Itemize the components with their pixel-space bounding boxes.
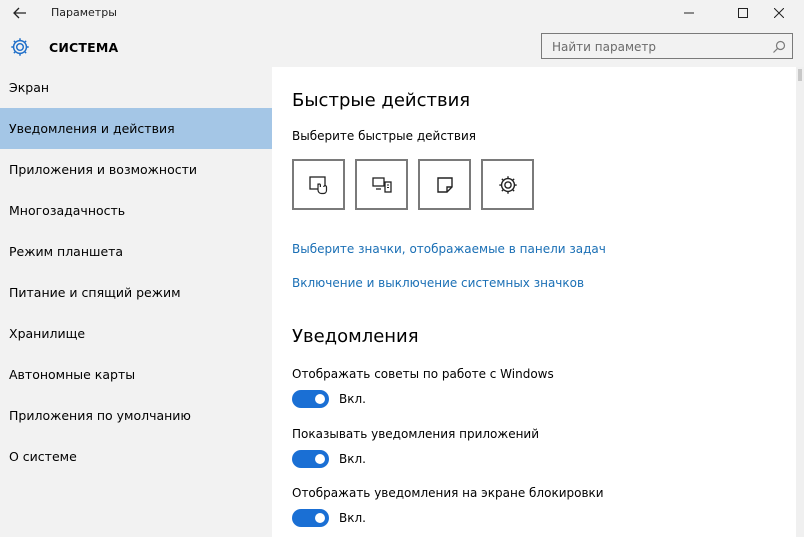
scrollbar-thumb[interactable] [798, 69, 802, 81]
toggle-lock-screen[interactable] [292, 509, 329, 527]
settings-header: СИСТЕМА Найти параметр [0, 26, 804, 67]
sidebar: Экран Уведомления и действия Приложения … [0, 67, 272, 537]
sidebar-item-label: Приложения и возможности [9, 162, 198, 177]
setting-label-windows-tips: Отображать советы по работе с Windows [292, 367, 554, 381]
sidebar-item-about[interactable]: О системе [0, 436, 272, 477]
sidebar-item-label: Приложения по умолчанию [9, 408, 191, 423]
quick-action-tile-settings[interactable] [481, 159, 534, 210]
sidebar-item-label: Автономные карты [9, 367, 136, 382]
note-icon [436, 176, 453, 193]
notifications-heading: Уведомления [292, 326, 419, 347]
sidebar-item-multitasking[interactable]: Многозадачность [0, 190, 272, 231]
gear-icon [11, 38, 29, 56]
toggle-knob [315, 513, 325, 523]
sidebar-item-offline-maps[interactable]: Автономные карты [0, 354, 272, 395]
sidebar-item-label: Экран [9, 80, 50, 95]
quick-actions-heading: Быстрые действия [292, 90, 471, 111]
minimize-button[interactable] [666, 0, 712, 26]
page-title: СИСТЕМА [49, 40, 119, 55]
sidebar-item-power[interactable]: Питание и спящий режим [0, 272, 272, 313]
sidebar-item-screen[interactable]: Экран [0, 67, 272, 108]
sidebar-item-storage[interactable]: Хранилище [0, 313, 272, 354]
tablet-mode-icon [308, 175, 327, 194]
toggle-windows-tips[interactable] [292, 390, 329, 408]
sidebar-item-tablet-mode[interactable]: Режим планшета [0, 231, 272, 272]
sidebar-item-label: Питание и спящий режим [9, 285, 181, 300]
setting-label-lock-screen: Отображать уведомления на экране блокиро… [292, 486, 604, 500]
window-title: Параметры [51, 6, 117, 19]
search-input[interactable]: Найти параметр [541, 33, 793, 59]
quick-action-tile-note[interactable] [418, 159, 471, 210]
main-content: Быстрые действия Выберите быстрые действ… [272, 67, 796, 537]
sidebar-item-label: Многозадачность [9, 203, 126, 218]
title-bar: Параметры [0, 0, 804, 26]
sidebar-item-label: Режим планшета [9, 244, 124, 259]
quick-actions-subtitle: Выберите быстрые действия [292, 129, 477, 143]
taskbar-icons-link[interactable]: Выберите значки, отображаемые в панели з… [292, 242, 606, 256]
search-placeholder: Найти параметр [552, 40, 656, 54]
quick-action-tile-connect[interactable] [355, 159, 408, 210]
close-icon [774, 8, 784, 18]
toggle-state-lock-screen: Вкл. [339, 511, 366, 525]
sidebar-item-apps[interactable]: Приложения и возможности [0, 149, 272, 190]
setting-label-app-notifications: Показывать уведомления приложений [292, 427, 540, 441]
toggle-knob [315, 394, 325, 404]
toggle-state-app-notifications: Вкл. [339, 452, 366, 466]
sidebar-item-label: Хранилище [9, 326, 86, 341]
sidebar-item-notifications[interactable]: Уведомления и действия [0, 108, 272, 149]
maximize-icon [738, 8, 748, 18]
back-button[interactable] [6, 2, 34, 24]
minimize-icon [684, 12, 694, 14]
scrollbar[interactable] [796, 67, 804, 537]
toggle-app-notifications[interactable] [292, 450, 329, 468]
quick-action-tile-tablet-mode[interactable] [292, 159, 345, 210]
connect-display-icon [371, 176, 392, 193]
search-icon[interactable] [772, 40, 786, 54]
system-icons-link[interactable]: Включение и выключение системных значков [292, 276, 584, 290]
settings-gear-icon [498, 175, 517, 194]
back-arrow-icon [13, 7, 26, 19]
sidebar-item-default-apps[interactable]: Приложения по умолчанию [0, 395, 272, 436]
toggle-knob [315, 454, 325, 464]
close-button[interactable] [756, 0, 802, 26]
sidebar-item-label: О системе [9, 449, 77, 464]
sidebar-item-label: Уведомления и действия [9, 121, 175, 136]
toggle-state-windows-tips: Вкл. [339, 392, 366, 406]
